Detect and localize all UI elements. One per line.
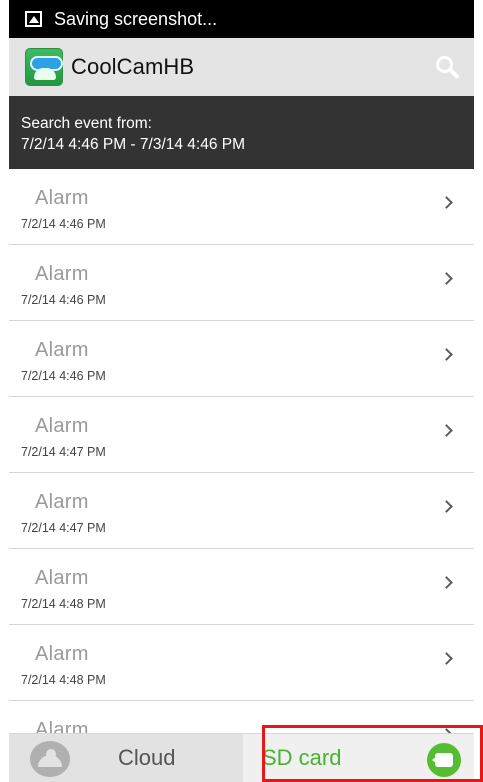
search-icon[interactable]: [434, 54, 462, 82]
chevron-right-icon: [440, 576, 453, 589]
search-range-label: Search event from:: [21, 115, 152, 132]
search-handle: [449, 68, 460, 80]
event-time: 7/2/14 4:48 PM: [21, 673, 106, 687]
event-time: 7/2/14 4:47 PM: [21, 445, 106, 459]
event-time: 7/2/14 4:47 PM: [21, 521, 106, 535]
event-title: Alarm: [35, 491, 89, 513]
tab-cloud[interactable]: Cloud: [9, 734, 243, 782]
app-bar: CoolCamHB: [9, 38, 474, 96]
search-range-value: 7/2/14 4:46 PM - 7/3/14 4:46 PM: [21, 136, 246, 153]
chevron-right-icon: [440, 500, 453, 513]
event-title: Alarm: [35, 719, 89, 733]
app-title: CoolCamHB: [71, 54, 195, 79]
video-camera-icon: [427, 743, 461, 777]
event-list-item[interactable]: Alarm 7/2/14 4:47 PM: [9, 473, 474, 549]
event-list-item[interactable]: Alarm 7/2/14 4:46 PM: [9, 245, 474, 321]
event-title: Alarm: [35, 643, 89, 665]
status-bar: Saving screenshot...: [9, 0, 474, 38]
chevron-right-icon: [440, 348, 453, 361]
image-icon: [25, 11, 42, 27]
coolcam-logo-icon: [25, 48, 63, 86]
event-title: Alarm: [35, 339, 89, 361]
event-list-item[interactable]: Alarm 7/2/14 4:48 PM: [9, 549, 474, 625]
event-list-item[interactable]: Alarm: [9, 701, 474, 733]
event-list-item[interactable]: Alarm 7/2/14 4:46 PM: [9, 169, 474, 245]
tab-label-sd-card: SD card: [262, 745, 342, 770]
chevron-right-icon: [440, 196, 453, 209]
event-list: Alarm 7/2/14 4:46 PM Alarm 7/2/14 4:46 P…: [9, 169, 474, 733]
bottom-navigation: Cloud SD card: [9, 733, 474, 782]
search-range-header: Search event from: 7/2/14 4:46 PM - 7/3/…: [9, 96, 474, 169]
event-title: Alarm: [35, 415, 89, 437]
event-title: Alarm: [35, 263, 89, 285]
event-time: 7/2/14 4:48 PM: [21, 597, 106, 611]
event-title: Alarm: [35, 187, 89, 209]
event-list-item[interactable]: Alarm 7/2/14 4:46 PM: [9, 321, 474, 397]
chevron-right-icon: [440, 424, 453, 437]
event-list-item[interactable]: Alarm 7/2/14 4:47 PM: [9, 397, 474, 473]
event-title: Alarm: [35, 567, 89, 589]
app-screen: Saving screenshot... CoolCamHB Search ev…: [0, 0, 483, 782]
status-text: Saving screenshot...: [54, 8, 218, 29]
event-time: 7/2/14 4:46 PM: [21, 369, 106, 383]
event-list-item[interactable]: Alarm 7/2/14 4:48 PM: [9, 625, 474, 701]
tab-sd-card[interactable]: SD card: [243, 734, 474, 782]
cloud-icon: [30, 741, 70, 777]
event-time: 7/2/14 4:46 PM: [21, 293, 106, 307]
chevron-right-icon: [440, 652, 453, 665]
tab-label-cloud: Cloud: [118, 745, 176, 770]
chevron-right-icon: [440, 272, 453, 285]
event-time: 7/2/14 4:46 PM: [21, 217, 106, 231]
